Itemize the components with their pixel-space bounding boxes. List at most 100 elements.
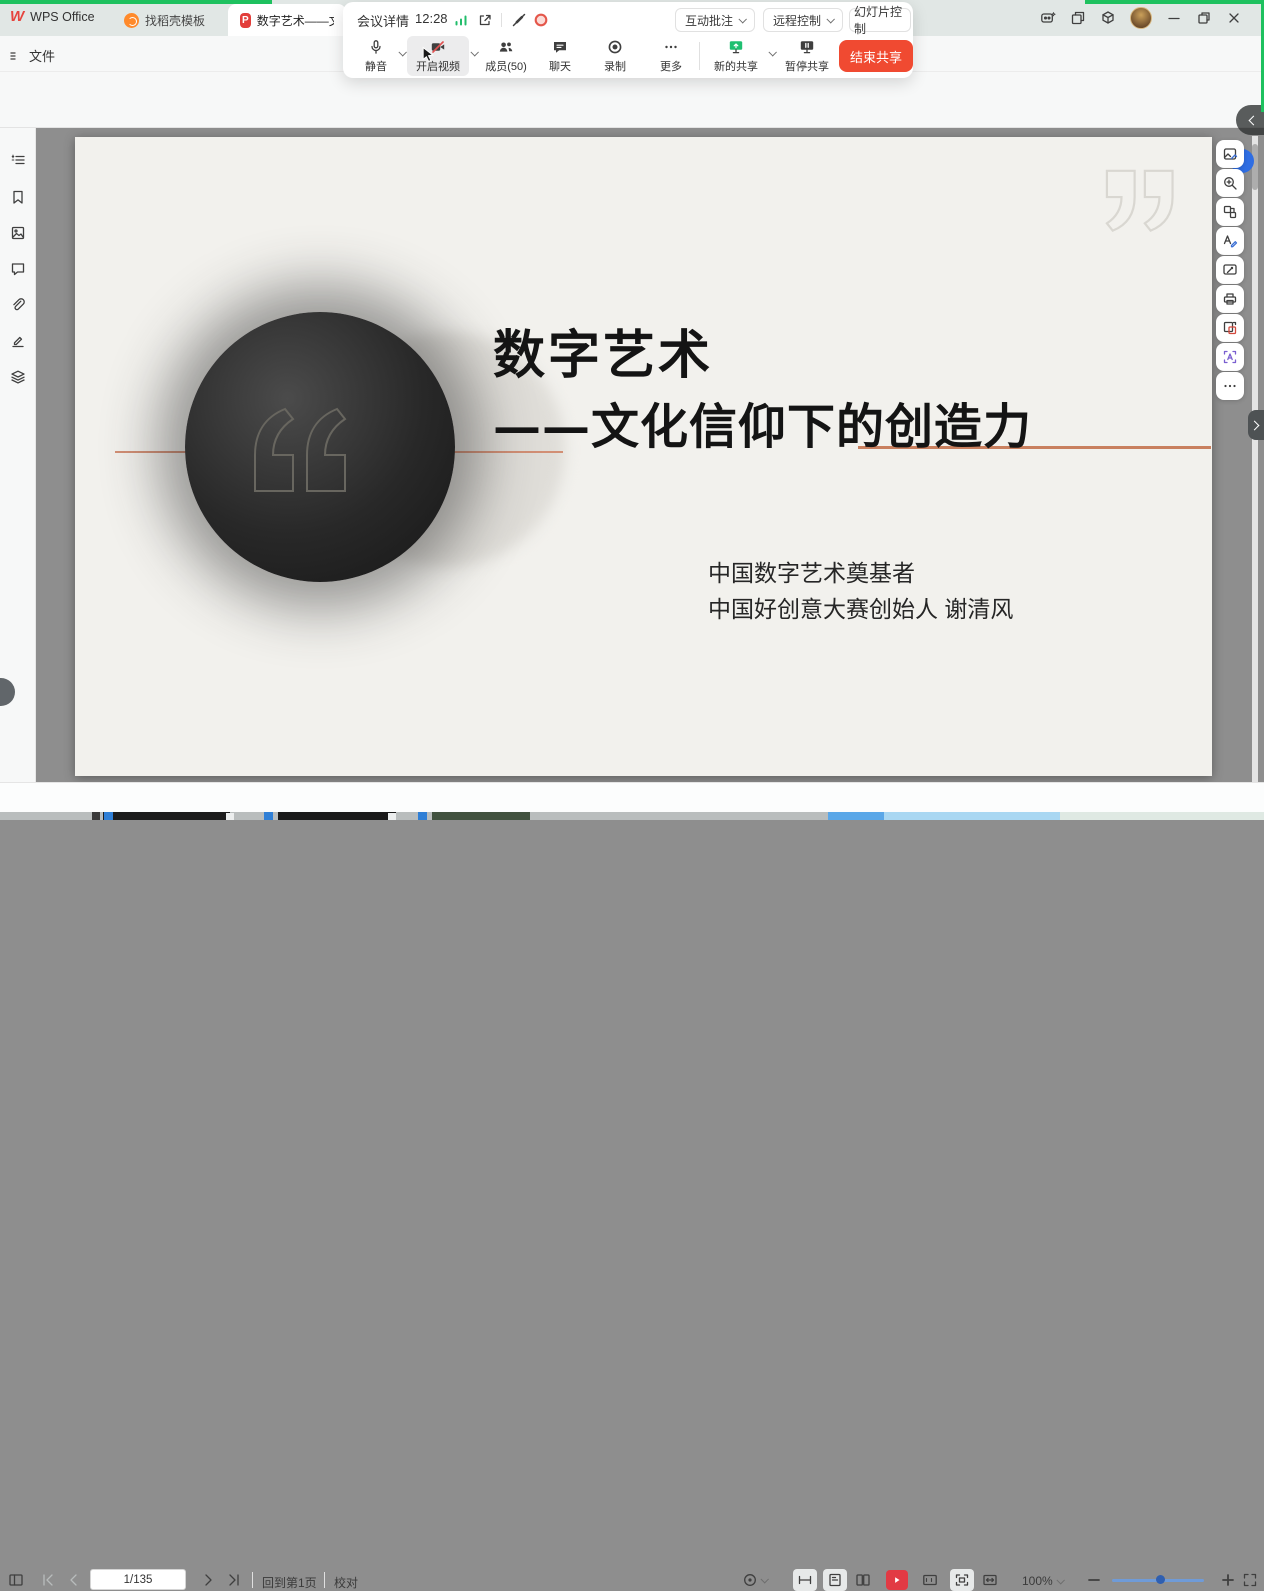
zoom-in-button[interactable] xyxy=(1220,1572,1236,1588)
app-logo[interactable]: W WPS Office xyxy=(10,8,95,25)
slide-title-line2: ——文化信仰下的创造力 xyxy=(493,387,1032,457)
single-page-button[interactable] xyxy=(823,1569,847,1591)
first-page-button[interactable] xyxy=(40,1572,56,1588)
record-icon xyxy=(607,39,623,55)
workspace-cube-icon[interactable] xyxy=(1100,10,1116,26)
text-edit-tool[interactable] xyxy=(1216,227,1244,255)
text-pen-icon xyxy=(1222,233,1238,249)
file-menu[interactable]: 文件 xyxy=(8,46,55,65)
close-icon[interactable] xyxy=(1226,10,1242,26)
annotation-pen-icon[interactable] xyxy=(10,333,26,349)
printer-icon xyxy=(1222,291,1238,307)
chevron-down-icon[interactable] xyxy=(768,48,776,56)
new-share-icon xyxy=(728,39,744,55)
chat-button[interactable]: 聊天 xyxy=(541,36,579,76)
next-page-icon xyxy=(200,1572,216,1588)
expand-panel-tab[interactable] xyxy=(1248,410,1264,440)
actual-size-icon xyxy=(922,1572,938,1588)
annotate-pen-off-icon[interactable] xyxy=(511,12,527,28)
minus-icon xyxy=(1086,1572,1102,1588)
zoom-tool[interactable] xyxy=(1216,169,1244,197)
bg-fragment xyxy=(103,812,230,820)
pdf-page[interactable]: 数字艺术 ——文化信仰下的创造力 中国数字艺术奠基者 中国好创意大赛创始人 谢清… xyxy=(75,137,1212,776)
remote-control-label: 远程控制 xyxy=(773,12,821,29)
new-share-label: 新的共享 xyxy=(714,58,758,74)
slide-subtitle-line1: 中国数字艺术奠基者 xyxy=(708,555,1013,591)
remote-control-button[interactable]: 远程控制 xyxy=(763,8,843,32)
continuous-read-icon xyxy=(797,1572,813,1588)
double-page-button[interactable] xyxy=(855,1572,871,1588)
mute-button[interactable]: 静音 xyxy=(357,36,395,76)
thumbnail-panel-icon[interactable] xyxy=(10,225,26,241)
chevron-down-icon[interactable] xyxy=(470,48,478,56)
window-controls xyxy=(1040,7,1242,29)
image-edit-icon xyxy=(1222,146,1238,162)
record-dot-icon[interactable] xyxy=(533,12,549,28)
fit-page-button[interactable] xyxy=(950,1569,974,1591)
chat-label: 聊天 xyxy=(549,58,571,74)
bg-fragment xyxy=(226,813,234,820)
page-number-input[interactable]: 1/135 xyxy=(90,1569,186,1590)
zoom-slider-handle[interactable] xyxy=(1156,1575,1165,1584)
zoom-level-value: 100% xyxy=(1022,1574,1053,1588)
slide-control-button[interactable]: 幻灯片控制 xyxy=(849,8,911,32)
record-button[interactable]: 录制 xyxy=(595,36,635,76)
fullscreen-icon xyxy=(1242,1572,1258,1588)
proofread-button[interactable]: 校对 xyxy=(334,1574,358,1591)
print-tool[interactable] xyxy=(1216,285,1244,313)
start-video-button[interactable]: 开启视频 xyxy=(407,36,469,76)
document-canvas[interactable]: 数字艺术 ——文化信仰下的创造力 中国数字艺术奠基者 中国好创意大赛创始人 谢清… xyxy=(36,128,1264,782)
next-page-button[interactable] xyxy=(200,1572,216,1588)
comment-panel-icon[interactable] xyxy=(10,261,26,277)
share-border-top-left xyxy=(0,0,272,4)
interactive-annotation-button[interactable]: 互动批注 xyxy=(675,8,755,32)
edit-image-tool[interactable] xyxy=(1216,140,1244,168)
auto-scroll-button[interactable] xyxy=(742,1572,767,1588)
restore-icon[interactable] xyxy=(1196,10,1212,26)
ai-assistant-icon[interactable] xyxy=(1040,10,1056,26)
layers-icon[interactable] xyxy=(10,369,26,385)
back-to-first-button[interactable]: 回到第1页 xyxy=(262,1574,317,1591)
fit-width-button[interactable] xyxy=(982,1572,998,1588)
zoom-out-button[interactable] xyxy=(1086,1572,1102,1588)
bg-fragment xyxy=(278,812,396,820)
more-tools[interactable] xyxy=(1216,372,1244,400)
stack-windows-icon[interactable] xyxy=(1070,10,1086,26)
chat-icon xyxy=(552,39,568,55)
prev-page-button[interactable] xyxy=(66,1572,82,1588)
ocr-tool[interactable] xyxy=(1216,343,1244,371)
share-border-top-right xyxy=(1085,0,1264,4)
ocr-scan-icon xyxy=(1222,349,1238,365)
bg-fragment xyxy=(388,813,396,820)
last-page-button[interactable] xyxy=(226,1572,242,1588)
vertical-scrollbar[interactable] xyxy=(1252,136,1258,782)
end-share-button[interactable]: 结束共享 xyxy=(839,40,913,72)
outline-panel-icon[interactable] xyxy=(10,152,26,168)
toggle-sidebar-button[interactable] xyxy=(8,1572,24,1588)
convert-shape-tool[interactable] xyxy=(1216,198,1244,226)
template-store-icon xyxy=(124,13,139,28)
pause-share-button[interactable]: 暂停共享 xyxy=(779,36,835,76)
screen-tools[interactable] xyxy=(1216,256,1244,284)
continuous-mode-button[interactable] xyxy=(793,1569,817,1591)
user-avatar[interactable] xyxy=(1130,7,1152,29)
meeting-detail-button[interactable]: 会议详情 xyxy=(357,11,409,30)
collapse-panel-tab[interactable] xyxy=(1236,105,1264,135)
tab-current-document[interactable]: P 数字艺术——文化信 xyxy=(228,4,346,36)
zoom-level-dropdown[interactable]: 100% xyxy=(1022,1574,1063,1588)
fullscreen-button[interactable] xyxy=(1242,1572,1258,1588)
minimize-icon[interactable] xyxy=(1166,10,1182,26)
bookmark-icon[interactable] xyxy=(10,189,26,205)
actual-size-button[interactable] xyxy=(922,1572,938,1588)
attachment-icon[interactable] xyxy=(10,297,26,313)
members-button[interactable]: 成员(50) xyxy=(479,36,533,76)
new-share-button[interactable]: 新的共享 xyxy=(707,36,765,76)
play-slideshow-button[interactable] xyxy=(886,1570,908,1590)
chevron-down-icon[interactable] xyxy=(398,48,406,56)
tab-template-store[interactable]: 找稻壳模板 xyxy=(112,4,217,36)
convert-ppt-tool[interactable] xyxy=(1216,314,1244,342)
scrollbar-thumb[interactable] xyxy=(1252,144,1258,190)
app-title: WPS Office xyxy=(30,10,94,24)
open-external-icon[interactable] xyxy=(477,12,493,28)
more-button[interactable]: 更多 xyxy=(653,36,689,76)
